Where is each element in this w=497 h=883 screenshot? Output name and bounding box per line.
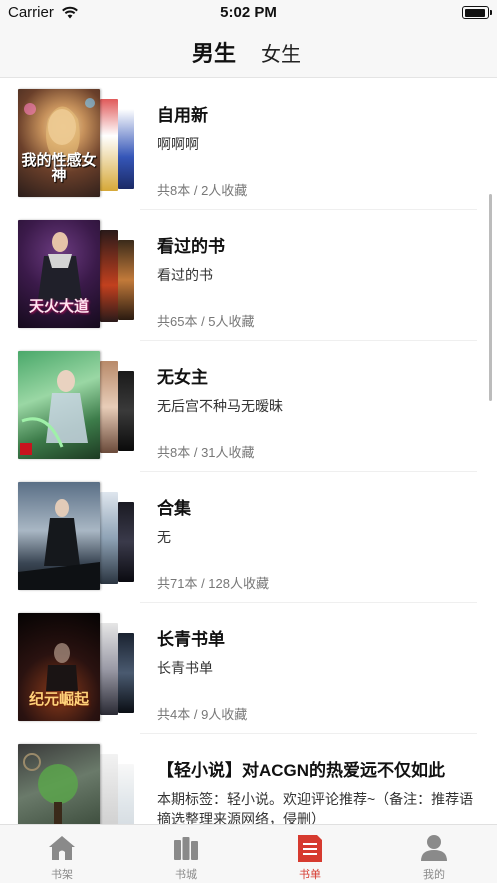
tab-profile[interactable]: 我的 — [372, 825, 496, 883]
tab-label: 书单 — [299, 869, 321, 881]
cover-art-icon — [23, 753, 78, 824]
booklist-desc: 无 — [157, 529, 171, 545]
booklist-desc: 无后宫不种马无暧昧 — [157, 398, 283, 414]
book-cover: 天火大道 — [18, 220, 100, 328]
book-cover — [18, 351, 100, 459]
tab-female[interactable]: 女生 — [261, 38, 301, 67]
booklist-item[interactable]: 天火大道 看过的书 看过的书 共65本 / 5人收藏 — [0, 210, 497, 341]
cover-stack: 纪元崛起 — [18, 613, 134, 721]
cover-title: 天火大道 — [28, 297, 89, 315]
cover-art-icon — [20, 370, 88, 455]
cover-title: 纪元崛起 — [28, 690, 89, 708]
booklist-title: 长青书单 — [157, 630, 225, 649]
status-bar: Carrier 5:02 PM — [0, 0, 497, 26]
book-cover — [100, 99, 118, 191]
booklist-title: 【轻小说】对ACGN的热爱远不仅如此 — [157, 761, 446, 780]
tab-label: 我的 — [423, 869, 445, 881]
cover-stack: 天火大道 — [18, 220, 134, 328]
booklist-desc: 啊啊啊 — [157, 136, 199, 152]
cover-title: 我的性感女神 — [21, 151, 97, 184]
book-cover — [118, 109, 134, 189]
book-cover — [118, 240, 134, 320]
book-cover — [18, 482, 100, 590]
booklist-item[interactable]: 【轻小说】对ACGN的热爱远不仅如此 本期标签：轻小说。欢迎评论推荐~（备注：推… — [0, 734, 497, 824]
cover-art-icon — [18, 499, 100, 590]
book-cover — [100, 754, 118, 824]
book-cover — [18, 744, 100, 824]
book-cover — [100, 623, 118, 715]
tab-bookstore[interactable]: 书城 — [124, 825, 248, 883]
scroll-indicator[interactable] — [489, 194, 492, 401]
booklist-list[interactable]: 我的性感女神 自用新 啊啊啊 共8本 / 2人收藏 天火大道 看过的书 看过的书 — [0, 79, 497, 824]
booklist-item[interactable]: 合集 无 共71本 / 128人收藏 — [0, 472, 497, 603]
book-cover — [100, 361, 118, 453]
booklist-meta: 共65本 / 5人收藏 — [157, 314, 255, 329]
book-cover — [118, 633, 134, 713]
booklist-meta: 共71本 / 128人收藏 — [157, 576, 269, 591]
book-cover — [118, 764, 134, 824]
tab-male[interactable]: 男生 — [192, 36, 236, 68]
list-doc-icon — [298, 835, 322, 862]
book-cover: 我的性感女神 — [18, 89, 100, 197]
book-cover — [100, 230, 118, 322]
cover-stack — [18, 482, 134, 590]
book-cover — [118, 502, 134, 582]
cover-stack: 我的性感女神 — [18, 89, 134, 197]
booklist-item[interactable]: 我的性感女神 自用新 啊啊啊 共8本 / 2人收藏 — [0, 79, 497, 210]
booklist-desc: 长青书单 — [157, 660, 213, 676]
tab-label: 书架 — [51, 869, 73, 881]
tab-booklist[interactable]: 书单 — [248, 825, 372, 883]
tab-bookshelf[interactable]: 书架 — [0, 825, 124, 883]
book-cover: 纪元崛起 — [18, 613, 100, 721]
booklist-title: 无女主 — [157, 368, 208, 387]
book-cover — [100, 492, 118, 584]
cover-stack — [18, 744, 134, 824]
books-icon — [174, 837, 198, 860]
booklist-item[interactable]: 无女主 无后宫不种马无暧昧 共8本 / 31人收藏 — [0, 341, 497, 472]
booklist-item[interactable]: 纪元崛起 长青书单 长青书单 共4本 / 9人收藏 — [0, 603, 497, 734]
book-cover — [118, 371, 134, 451]
battery-icon — [462, 6, 492, 19]
booklist-meta: 共4本 / 9人收藏 — [157, 707, 248, 722]
house-icon — [49, 836, 75, 860]
booklist-meta: 共8本 / 2人收藏 — [157, 183, 248, 198]
gender-tabs-header: 男生 女生 — [0, 26, 497, 78]
booklist-title: 合集 — [157, 499, 191, 518]
clock: 5:02 PM — [220, 4, 277, 21]
booklist-title: 自用新 — [157, 106, 208, 125]
tab-label: 书城 — [175, 869, 197, 881]
booklist-meta: 共8本 / 31人收藏 — [157, 445, 255, 460]
booklist-desc: 本期标签：轻小说。欢迎评论推荐~（备注：推荐语摘选整理来源网络，侵删） — [157, 791, 474, 824]
booklist-title: 看过的书 — [157, 237, 225, 256]
booklist-desc: 看过的书 — [157, 267, 213, 283]
person-icon — [421, 835, 447, 861]
bottom-tabbar: 书架 书城 书单 我的 — [0, 824, 497, 883]
cover-stack — [18, 351, 134, 459]
